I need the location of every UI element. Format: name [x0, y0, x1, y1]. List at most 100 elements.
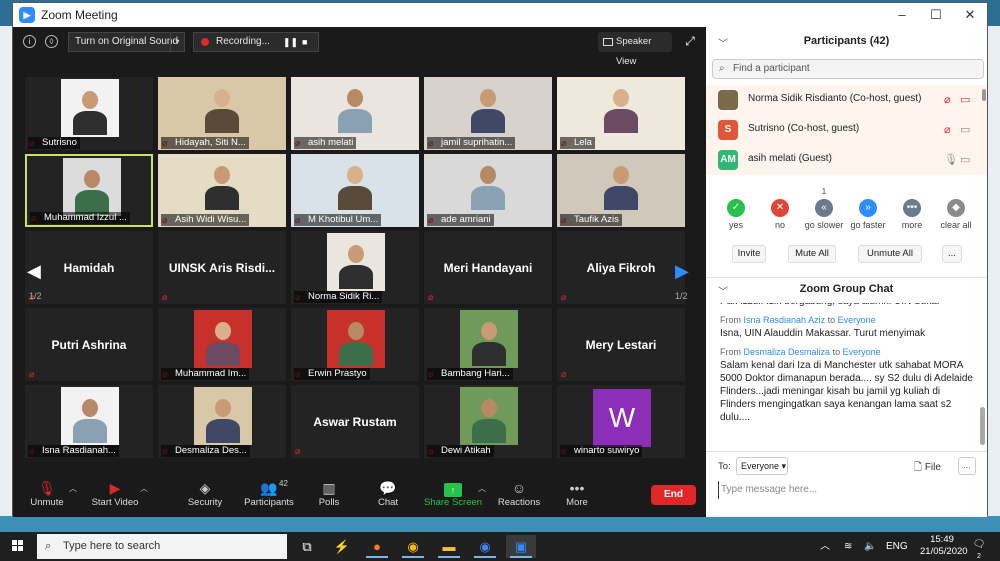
task-view-icon[interactable]: ⧉ — [292, 535, 322, 558]
end-meeting-button[interactable]: End — [651, 485, 696, 505]
zoom-taskbar-icon[interactable]: ▣ — [506, 535, 536, 558]
participant-tile[interactable]: ⌀Bambang Hari... — [424, 308, 552, 381]
share-options-caret-icon[interactable]: ︿ — [478, 483, 486, 494]
minimize-button[interactable]: – — [885, 3, 919, 27]
firefox-icon[interactable]: ● — [362, 535, 392, 558]
participant-row[interactable]: S Sutrisno (Co-host, guest) ⌀ ▭ — [706, 115, 987, 145]
participant-tile[interactable]: ⌀Asih Widi Wisu... — [158, 154, 286, 227]
pause-recording-icon[interactable]: ❚❚ — [283, 33, 298, 51]
video-off-icon[interactable]: ▭ — [960, 93, 970, 106]
volume-icon[interactable]: 🔈 — [864, 532, 876, 561]
participant-tile[interactable]: ⌀Desmaliza Des... — [158, 385, 286, 458]
participant-tile[interactable]: ⌀Dewi Atikah — [424, 385, 552, 458]
close-button[interactable]: ✕ — [953, 3, 987, 27]
participant-tile[interactable]: ⌀jamil suprihatin... — [424, 77, 552, 150]
participant-tile[interactable]: ⌀Muhammad Im... — [158, 308, 286, 381]
video-options-caret-icon[interactable]: ︿ — [140, 483, 148, 494]
participant-list-scrollbar[interactable] — [982, 89, 986, 101]
chat-message: From Isna Rasdianah Aziz to Everyone Isna… — [720, 314, 978, 340]
participants-button[interactable]: 👥 Participants 42 — [239, 479, 299, 508]
participant-search-input[interactable]: ⌕ Find a participant — [712, 59, 984, 79]
chevron-down-icon[interactable]: ▾ — [170, 33, 184, 51]
chat-button[interactable]: 💬 Chat — [358, 479, 418, 508]
share-screen-button[interactable]: ↑ Share Screen ︿ — [423, 479, 486, 508]
unmute-all-button[interactable]: Unmute All — [858, 245, 922, 263]
maximize-button[interactable]: ☐ — [919, 3, 953, 27]
office-app-icon[interactable]: ⚡ — [327, 535, 357, 558]
feedback-more-button[interactable]: ••• more — [890, 187, 934, 230]
participant-video — [460, 310, 518, 368]
tray-chevron-icon[interactable]: ︿ — [820, 532, 830, 561]
more-button[interactable]: ••• More — [547, 479, 607, 508]
taskbar-search-box[interactable]: ⌕ Type here to search — [37, 534, 287, 559]
participant-tile[interactable]: ⌀Muhammad Izzul ... — [25, 154, 153, 227]
participant-tile[interactable]: ⌀Hidayah, Siti N... — [158, 77, 286, 150]
participant-tile[interactable]: Aswar Rustam ⌀ — [291, 385, 419, 458]
participant-name-label: Hidayah, Siti N... — [161, 137, 249, 149]
participant-tile[interactable]: Aliya Fikroh ⌀ — [557, 231, 685, 304]
participant-tile[interactable]: Mery Lestari ⌀ — [557, 308, 685, 381]
participant-tile[interactable]: ⌀Norma Sidik Ri... — [291, 231, 419, 304]
previous-page-icon[interactable]: ◀ — [27, 261, 41, 282]
wifi-icon[interactable]: ≋ — [844, 532, 852, 561]
participant-tile[interactable]: Meri Handayani ⌀ — [424, 231, 552, 304]
next-page-icon[interactable]: ▶ — [675, 261, 689, 282]
muted-microphone-icon[interactable]: ⌀ — [944, 93, 951, 106]
info-icon[interactable]: i — [23, 35, 36, 48]
windows-start-icon[interactable] — [12, 540, 24, 552]
participant-tile[interactable]: Hamidah ⌀ — [25, 231, 153, 304]
participant-tile[interactable]: ⌀Lela — [557, 77, 685, 150]
participant-tile[interactable]: UINSK Aris Risdi... ⌀ — [158, 231, 286, 304]
security-button[interactable]: ◈ Security — [175, 479, 235, 508]
feedback-yes-button[interactable]: ✓ yes — [714, 187, 758, 230]
participant-tile[interactable]: W⌀winarto suwiryo — [557, 385, 685, 458]
recipient-select[interactable]: Everyone ▾ — [736, 457, 788, 475]
recipient-name[interactable]: Everyone — [838, 315, 876, 325]
participant-tile[interactable]: ⌀ade amriani — [424, 154, 552, 227]
original-sound-button[interactable]: Turn on Original Sound ▾ — [68, 32, 185, 52]
taskbar-clock[interactable]: 15:49 21/05/2020 — [920, 534, 968, 558]
participant-tile[interactable]: ⌀asih melati — [291, 77, 419, 150]
participant-row[interactable]: AM asih melati (Guest) 🎙 ▭ — [706, 145, 987, 175]
muted-microphone-icon[interactable]: ⌀ — [944, 123, 951, 136]
participant-tile[interactable]: ⌀Sutrisno — [25, 77, 153, 150]
video-camera-icon[interactable]: ▭ — [960, 123, 970, 136]
participant-tile[interactable]: ⌀Isna Rasdianah... — [25, 385, 153, 458]
start-video-button[interactable]: ▶ Start Video ︿ — [85, 479, 148, 508]
sender-name[interactable]: Desmaliza Desmaliza — [744, 347, 831, 357]
stop-recording-icon[interactable]: ■ — [302, 33, 307, 51]
security-shield-icon[interactable]: ◊ — [45, 35, 58, 48]
participant-tile[interactable]: ⌀Taufik Azis — [557, 154, 685, 227]
recipient-name[interactable]: Everyone — [843, 347, 881, 357]
fullscreen-icon[interactable]: ⤢ — [683, 34, 697, 48]
polls-button[interactable]: ▥ Polls — [299, 479, 359, 508]
chrome-icon[interactable]: ◉ — [398, 535, 428, 558]
participant-tile[interactable]: Putri Ashrina ⌀ — [25, 308, 153, 381]
chat-message-input[interactable]: Type message here... — [718, 481, 976, 499]
chrome-alt-icon[interactable]: ◉ — [470, 535, 500, 558]
participant-more-button[interactable]: ... — [942, 245, 962, 263]
mute-all-button[interactable]: Mute All — [788, 245, 836, 263]
audio-options-caret-icon[interactable]: ︿ — [69, 483, 77, 494]
microphone-icon[interactable]: 🎙 — [944, 153, 958, 166]
person-body — [472, 419, 506, 443]
feedback-clear-all-button[interactable]: ◆ clear all — [934, 187, 978, 230]
feedback-no-button[interactable]: ✕ no — [758, 187, 802, 230]
unmute-button[interactable]: 🎙 Unmute ︿ — [17, 479, 77, 508]
invite-button[interactable]: Invite — [732, 245, 766, 263]
file-explorer-icon[interactable]: ▬ — [434, 535, 464, 558]
speaker-view-button[interactable]: Speaker View — [598, 32, 672, 67]
video-camera-icon[interactable]: ▭ — [960, 153, 970, 166]
file-button[interactable]: 🗋 File — [914, 460, 941, 477]
participant-tile[interactable]: ⌀M Khotibul Um... — [291, 154, 419, 227]
notification-center-icon[interactable]: 🗨2 — [972, 539, 986, 560]
reactions-button[interactable]: ☺ Reactions — [489, 479, 549, 508]
participant-row[interactable]: Norma Sidik Risdianto (Co-host, guest) ⌀ ▭ — [706, 85, 987, 115]
language-indicator[interactable]: ENG — [886, 532, 908, 561]
chat-more-button[interactable]: ... — [958, 457, 976, 475]
chat-scrollbar[interactable] — [980, 407, 985, 445]
sender-name[interactable]: Isna Rasdianah Aziz — [744, 315, 826, 325]
participant-tile[interactable]: ⌀Erwin Prastyo — [291, 308, 419, 381]
feedback-go-faster-button[interactable]: » go faster — [846, 187, 890, 230]
feedback-go-slower-button[interactable]: 1 « go slower — [802, 187, 846, 230]
